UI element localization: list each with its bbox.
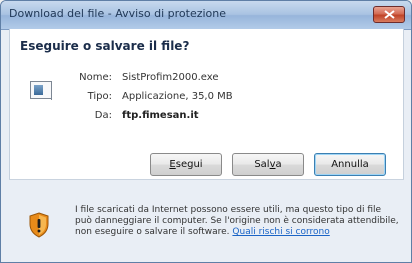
- save-button[interactable]: Salva: [232, 153, 304, 176]
- source-label: Da:: [94, 110, 112, 121]
- warning-message: I file scaricati da Internet possono ess…: [75, 205, 400, 238]
- close-button[interactable]: [373, 6, 405, 23]
- risk-info-link[interactable]: Quali rischi si corrono: [232, 227, 329, 237]
- source-value: ftp.fimesan.it: [122, 110, 199, 121]
- close-icon: [384, 10, 395, 19]
- name-value: SistProfim2000.exe: [122, 72, 219, 83]
- type-value: Applicazione, 35,0 MB: [122, 91, 233, 102]
- dialog-content: Eseguire o salvare il file? Nome: SistPr…: [9, 29, 404, 179]
- type-label: Tipo:: [87, 91, 112, 102]
- application-file-icon: [30, 81, 52, 100]
- file-icon-screen: [34, 85, 43, 95]
- dialog-heading: Eseguire o salvare il file?: [20, 39, 190, 53]
- divider: [9, 179, 404, 180]
- title-bar[interactable]: Download del file - Avviso di protezione: [1, 1, 411, 30]
- cancel-button[interactable]: Annulla: [314, 153, 386, 176]
- run-button[interactable]: Esegui: [150, 153, 222, 176]
- download-dialog: Download del file - Avviso di protezione…: [0, 0, 412, 263]
- shield-warning-icon: [29, 212, 49, 238]
- name-label: Nome:: [79, 72, 112, 83]
- window-title: Download del file - Avviso di protezione: [9, 7, 227, 20]
